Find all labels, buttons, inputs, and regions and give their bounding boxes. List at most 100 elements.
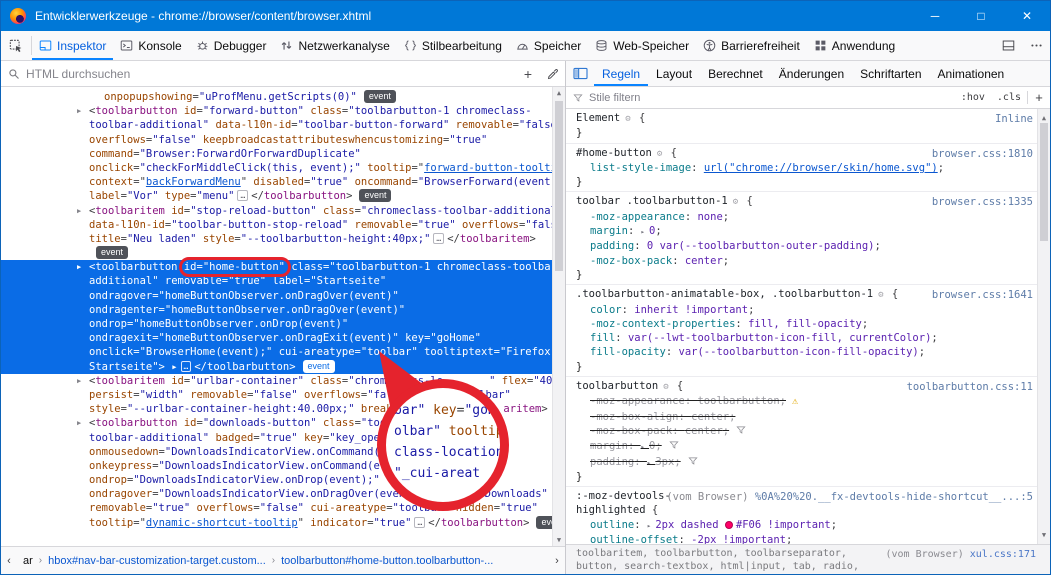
tab-speicher[interactable]: Speicher: [509, 31, 588, 60]
property-name[interactable]: -moz-appearance: [590, 395, 685, 407]
scroll-up-icon[interactable]: ▲: [553, 89, 565, 97]
breadcrumb-item[interactable]: toolbarbutton#home-button.toolbarbutton-…: [275, 555, 499, 567]
rule-selector-line[interactable]: #home-button⚙ {browser.css:1810: [566, 146, 1050, 161]
markup-line[interactable]: Startseite"> ▸…</toolbarbutton>event: [1, 360, 565, 374]
style-filter-bar[interactable]: Stile filtern :hov .cls +: [566, 87, 1050, 109]
rule-selector-line[interactable]: toolbar .toolbarbutton-1⚙ {browser.css:1…: [566, 194, 1050, 209]
add-node-button[interactable]: +: [516, 61, 540, 86]
collapsed-ellipsis[interactable]: …: [414, 517, 425, 528]
tab-inspektor[interactable]: Inspektor: [32, 31, 113, 60]
filter-overridden-icon[interactable]: [736, 425, 746, 439]
event-badge[interactable]: event: [303, 360, 335, 373]
rule-source-link[interactable]: (vom Browser) %0A%20%20.__fx-devtools-hi…: [666, 490, 1033, 504]
expand-arrow-icon[interactable]: ▶: [77, 374, 81, 388]
rule-selector[interactable]: Element: [576, 112, 620, 124]
expand-arrow-icon[interactable]: ▶: [77, 204, 81, 218]
css-declaration[interactable]: margin: ▸ 0;: [566, 439, 1050, 454]
markup-line[interactable]: onclick="BrowserHome(event);" cui-areaty…: [1, 345, 565, 359]
markup-line[interactable]: onclick="checkForMiddleClick(this, event…: [1, 161, 565, 175]
property-name[interactable]: margin: [590, 225, 628, 237]
expand-arrow-icon[interactable]: ▶: [77, 416, 81, 430]
toggle-pseudo-classes-button[interactable]: :hov: [955, 92, 991, 103]
css-declaration[interactable]: -moz-box-pack: center;: [566, 254, 1050, 268]
breadcrumb-item[interactable]: ar: [17, 555, 39, 567]
maximize-button[interactable]: □: [958, 1, 1004, 31]
split-console-icon[interactable]: [994, 31, 1022, 60]
rule-source-link[interactable]: browser.css:1335: [932, 195, 1033, 209]
sidebar-tab-schriftarten[interactable]: Schriftarten: [852, 61, 929, 86]
sidebar-tab-layout[interactable]: Layout: [648, 61, 700, 86]
markup-line[interactable]: ▶<toolbarbutton id="forward-button" clas…: [1, 104, 565, 118]
markup-line[interactable]: onpopupshowing="uProfMenu.getScripts(0)"…: [1, 90, 565, 104]
rules-scrollbar[interactable]: ▲ ▼: [1037, 109, 1050, 544]
eyedropper-icon[interactable]: [541, 61, 565, 86]
property-name[interactable]: -moz-appearance: [590, 211, 685, 223]
markup-line[interactable]: data-l10n-id="toolbar-button-stop-reload…: [1, 218, 565, 232]
status-source-link[interactable]: xul.css:171: [970, 549, 1036, 560]
rule-source-link[interactable]: browser.css:1810: [932, 147, 1033, 161]
markup-line[interactable]: ondragexit="homeButtonObserver.onDragExi…: [1, 331, 565, 345]
markup-line[interactable]: ▶<toolbaritem id="stop-reload-button" cl…: [1, 204, 565, 218]
markup-line[interactable]: command="Browser:ForwardOrForwardDuplica…: [1, 147, 565, 161]
expand-arrow-icon[interactable]: ▶: [77, 260, 81, 274]
sidebar-tab-regeln[interactable]: Regeln: [594, 61, 648, 86]
toggle-classes-button[interactable]: .cls: [991, 92, 1027, 103]
property-name[interactable]: color: [590, 304, 622, 316]
markup-line[interactable]: toolbar-additional" data-l10n-id="toolba…: [1, 118, 565, 132]
style-filter-input[interactable]: Stile filtern: [589, 92, 955, 104]
markup-line[interactable]: ▶<toolbarbutton id="home-button" class="…: [1, 260, 565, 274]
tab-stilbearbeitung[interactable]: Stilbearbeitung: [397, 31, 509, 60]
tab-debugger[interactable]: Debugger: [189, 31, 274, 60]
tab-webspeicher[interactable]: Web-Speicher: [588, 31, 696, 60]
minimize-button[interactable]: ─: [912, 1, 958, 31]
sidebar-tab-aenderungen[interactable]: Änderungen: [771, 61, 852, 86]
property-name[interactable]: -moz-context-properties: [590, 318, 735, 330]
rule-selector-line[interactable]: Element⚙ {Inline: [566, 111, 1050, 126]
tab-anwendung[interactable]: Anwendung: [807, 31, 902, 60]
property-name[interactable]: -moz-box-pack: [590, 425, 672, 437]
rule-source-link[interactable]: Inline: [995, 112, 1033, 126]
titlebar[interactable]: Entwicklerwerkzeuge - chrome://browser/c…: [1, 1, 1050, 31]
scroll-down-icon[interactable]: ▼: [553, 536, 565, 544]
css-declaration[interactable]: list-style-image: url("chrome://browser/…: [566, 161, 1050, 175]
rule-selector[interactable]: #home-button: [576, 147, 652, 159]
rule-selector[interactable]: :-moz-devtools-: [576, 490, 671, 502]
rule-selector-line[interactable]: .toolbarbutton-animatable-box, .toolbarb…: [566, 287, 1050, 302]
scrollbar-thumb[interactable]: [1040, 123, 1048, 241]
color-swatch[interactable]: [725, 521, 733, 529]
rule-selector[interactable]: highlighted: [576, 504, 646, 516]
three-pane-toggle-icon[interactable]: [566, 61, 594, 86]
breadcrumb-scroll-left-icon[interactable]: ‹: [1, 555, 17, 567]
expand-arrow-icon[interactable]: ▶: [77, 104, 81, 118]
markup-line[interactable]: removable="true" overflows="false" cui-a…: [1, 501, 565, 515]
scrollbar-thumb[interactable]: [555, 101, 563, 271]
property-name[interactable]: outline-offset: [590, 534, 679, 544]
collapsed-ellipsis[interactable]: …: [433, 233, 444, 244]
filter-overridden-icon[interactable]: [669, 440, 679, 454]
markup-line[interactable]: event: [1, 246, 565, 260]
idref-link[interactable]: backForwardMenu: [146, 176, 241, 188]
markup-line[interactable]: ondragover="homeButtonObserver.onDragOve…: [1, 289, 565, 303]
markup-line[interactable]: ondragenter="homeButtonObserver.onDragOv…: [1, 303, 565, 317]
rule-source-link[interactable]: toolbarbutton.css:11: [907, 380, 1033, 394]
tab-barrierefreiheit[interactable]: Barrierefreiheit: [696, 31, 807, 60]
breadcrumb-scroll-right-icon[interactable]: ›: [549, 555, 565, 567]
rule-selector-line[interactable]: highlighted {: [566, 503, 1050, 517]
element-picker-icon[interactable]: [1, 31, 31, 60]
filter-overridden-icon[interactable]: [688, 456, 698, 470]
meatball-menu-icon[interactable]: [1022, 31, 1050, 60]
collapsed-ellipsis[interactable]: …: [181, 361, 192, 372]
markup-line[interactable]: title="Neu laden" style="--toolbarbutton…: [1, 232, 565, 246]
css-declaration[interactable]: -moz-context-properties: fill, fill-opac…: [566, 317, 1050, 331]
value-expander-icon[interactable]: ▸: [641, 443, 649, 451]
rule-selector-line[interactable]: toolbarbutton⚙ {toolbarbutton.css:11: [566, 379, 1050, 394]
property-name[interactable]: list-style-image: [590, 162, 691, 174]
rule-selector[interactable]: toolbarbutton: [576, 380, 658, 392]
tab-konsole[interactable]: Konsole: [113, 31, 188, 60]
event-badge[interactable]: event: [96, 246, 128, 259]
rule-selector-line[interactable]: :-moz-devtools-(vom Browser) %0A%20%20._…: [566, 489, 1050, 503]
collapsed-ellipsis[interactable]: …: [237, 190, 248, 201]
markup-scrollbar[interactable]: ▲ ▼: [552, 87, 565, 546]
markup-line[interactable]: overflows="false" keepbroadcastattribute…: [1, 133, 565, 147]
property-name[interactable]: outline: [590, 519, 634, 531]
